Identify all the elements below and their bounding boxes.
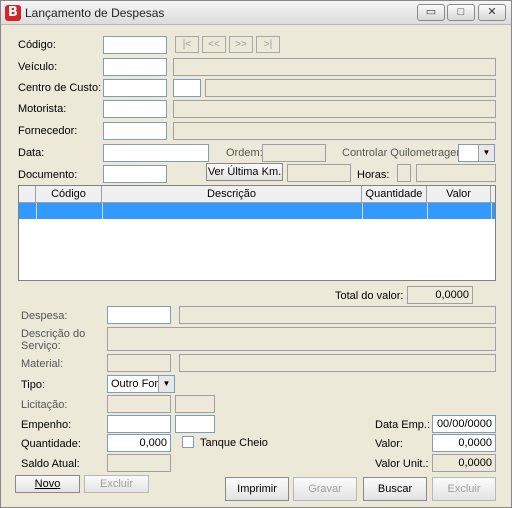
grid-header-codigo[interactable]: Código <box>36 186 102 203</box>
despesa-label: Despesa: <box>21 310 68 322</box>
nav-last-button[interactable]: >| <box>256 36 280 53</box>
grid-indicator-header <box>19 186 36 203</box>
motorista-label: Motorista: <box>18 103 67 115</box>
grid-cell-separator <box>427 203 428 219</box>
material-description-field <box>179 354 496 372</box>
minimize-button[interactable]: ▭ <box>417 4 445 21</box>
total-valor-label: Total do valor: <box>335 290 404 302</box>
documento-input[interactable] <box>103 165 167 183</box>
dropdown-arrow-icon: ▼ <box>158 376 174 392</box>
maximize-button[interactable]: □ <box>447 4 475 21</box>
veiculo-description-field <box>173 58 496 76</box>
excluir-button[interactable]: Excluir <box>432 477 496 501</box>
data-label: Data: <box>18 147 45 159</box>
material-label: Material: <box>21 358 64 370</box>
novo-button[interactable]: Novo <box>15 475 80 493</box>
grid-cell-separator <box>102 203 103 219</box>
grid-selected-row[interactable] <box>19 203 495 219</box>
valor-unit-field: 0,0000 <box>432 454 496 472</box>
saldo-atual-field <box>107 454 171 472</box>
ordem-label: Ordem: <box>226 147 263 159</box>
data-emp-input[interactable]: 00/00/0000 <box>432 415 496 433</box>
descricao-servico-label-line1: Descrição do <box>21 328 86 340</box>
quantidade-input[interactable]: 0,000 <box>107 434 171 452</box>
codigo-input[interactable] <box>103 36 167 54</box>
grid-cell-separator <box>362 203 363 219</box>
grid-header-quantidade[interactable]: Quantidade <box>362 186 427 203</box>
ultima-km-field <box>287 164 351 182</box>
material-code-field <box>107 354 171 372</box>
grid-header-valor[interactable]: Valor <box>427 186 491 203</box>
nav-first-button[interactable]: |< <box>175 36 199 53</box>
controlar-quilometragem-select[interactable]: ▼ <box>458 144 495 162</box>
despesa-description-field <box>179 306 496 324</box>
gravar-button[interactable]: Gravar <box>293 477 357 501</box>
centro-custo-sub-input[interactable] <box>173 79 201 97</box>
data-emp-label: Data Emp.: <box>375 419 431 431</box>
grid-cell-separator <box>491 203 492 219</box>
licitacao-sub-field <box>175 395 215 413</box>
saldo-atual-label: Saldo Atual: <box>21 458 80 470</box>
grid-cell-separator <box>36 203 37 219</box>
centro-custo-label: Centro de Custo: <box>18 82 102 94</box>
codigo-label: Código: <box>18 39 56 51</box>
tipo-label: Tipo: <box>21 379 46 391</box>
horas-field <box>397 164 411 182</box>
empenho-input[interactable] <box>107 415 171 433</box>
motorista-code-input[interactable] <box>103 100 167 118</box>
grid-header-descricao[interactable]: Descrição <box>102 186 362 203</box>
licitacao-field <box>107 395 171 413</box>
empenho-label: Empenho: <box>21 419 72 431</box>
documento-label: Documento: <box>18 169 78 181</box>
tanque-cheio-checkbox[interactable] <box>182 436 194 448</box>
licitacao-label: Licitação: <box>21 399 68 411</box>
valor-input[interactable]: 0,0000 <box>432 434 496 452</box>
items-grid[interactable]: Código Descrição Quantidade Valor <box>18 185 496 281</box>
veiculo-label: Veículo: <box>18 61 58 73</box>
nav-next-button[interactable]: >> <box>229 36 253 53</box>
veiculo-code-input[interactable] <box>103 58 167 76</box>
dropdown-arrow-icon: ▼ <box>478 145 494 161</box>
total-valor-field: 0,0000 <box>407 286 473 304</box>
expense-entry-window: B Lançamento de Despesas ▭ □ ✕ Código: |… <box>0 0 512 508</box>
title-bar: B Lançamento de Despesas ▭ □ ✕ <box>1 1 511 25</box>
centro-custo-description-field <box>205 79 496 97</box>
centro-custo-input[interactable] <box>103 79 167 97</box>
ordem-field <box>262 144 326 162</box>
nav-prev-button[interactable]: << <box>202 36 226 53</box>
valor-label: Valor: <box>375 438 403 450</box>
ver-ultima-km-button[interactable]: Ver Última Km. <box>206 163 283 181</box>
grid-header-filler <box>491 186 495 203</box>
close-button[interactable]: ✕ <box>478 4 506 21</box>
descricao-servico-label-line2: Serviço: <box>21 340 61 352</box>
despesa-code-input[interactable] <box>107 306 171 324</box>
imprimir-button[interactable]: Imprimir <box>225 477 289 501</box>
quantidade-label: Quantidade: <box>21 438 81 450</box>
tanque-cheio-label: Tanque Cheio <box>200 437 268 449</box>
app-logo-icon: B <box>5 5 21 21</box>
horas-value-field <box>416 164 496 182</box>
data-input[interactable] <box>103 144 209 162</box>
tipo-selected-value: Outro Forn <box>111 378 165 390</box>
window-title: Lançamento de Despesas <box>25 6 165 20</box>
motorista-description-field <box>173 100 496 118</box>
buscar-button[interactable]: Buscar <box>363 477 427 501</box>
horas-label: Horas: <box>357 169 390 181</box>
fornecedor-description-field <box>173 122 496 140</box>
descricao-servico-field[interactable] <box>107 327 496 351</box>
excluir-item-button[interactable]: Excluir <box>84 475 149 493</box>
controlar-quilometragem-label: Controlar Quilometragem: <box>342 147 469 159</box>
fornecedor-label: Fornecedor: <box>18 125 78 137</box>
fornecedor-code-input[interactable] <box>103 122 167 140</box>
valor-unit-label: Valor Unit.: <box>375 458 429 470</box>
tipo-select[interactable]: Outro Forn ▼ <box>107 375 175 393</box>
empenho-sub-input[interactable] <box>175 415 215 433</box>
